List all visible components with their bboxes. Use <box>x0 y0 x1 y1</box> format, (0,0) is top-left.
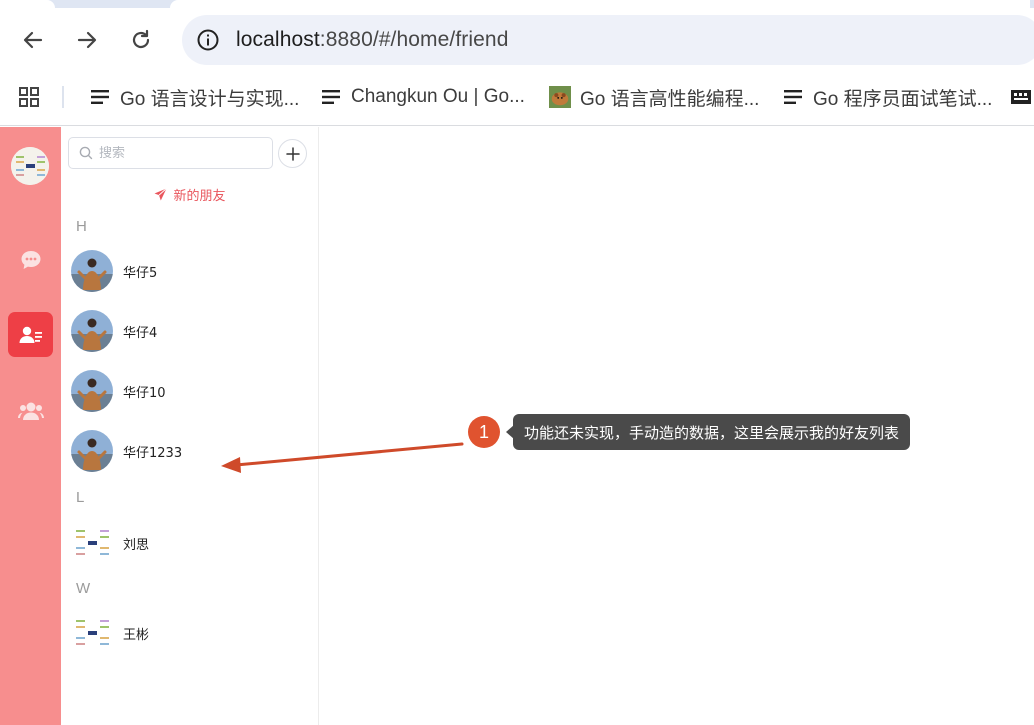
annotation-number-badge: 1 <box>468 416 500 448</box>
friend-avatar <box>71 310 113 352</box>
site-favicon <box>1011 90 1031 104</box>
group-icon <box>17 402 44 420</box>
friend-item[interactable]: 王彬 <box>61 605 319 661</box>
url-path: :8880/#/home/friend <box>319 28 509 51</box>
friend-avatar <box>71 612 113 654</box>
search-icon <box>79 146 93 160</box>
tab-strip <box>0 0 1034 8</box>
new-friend-label: 新的朋友 <box>173 189 226 204</box>
rail-chat-button[interactable] <box>8 237 53 282</box>
arrow-right-icon <box>77 31 97 49</box>
page-lines-icon <box>322 90 340 104</box>
photo-avatar-image <box>71 310 113 352</box>
friend-avatar <box>71 430 113 472</box>
mindmap-avatar-image <box>11 147 49 185</box>
friend-name: 华仔1233 <box>123 445 183 461</box>
add-friend-button[interactable] <box>278 139 307 168</box>
rail-contacts-button[interactable] <box>8 312 53 357</box>
user-avatar[interactable] <box>11 147 49 185</box>
mindmap-avatar-image <box>71 612 113 654</box>
forward-button[interactable] <box>73 26 101 54</box>
photo-avatar-image <box>71 430 113 472</box>
arrow-left-icon <box>23 31 43 49</box>
friend-avatar <box>71 250 113 292</box>
friend-item[interactable]: 华仔5 <box>61 243 319 299</box>
bookmark-label: Changkun Ou | Go... <box>351 86 525 107</box>
page-lines-icon <box>91 90 109 104</box>
friend-name: 华仔10 <box>123 385 166 401</box>
group-letter: H <box>76 218 87 235</box>
friend-name: 华仔4 <box>123 325 158 341</box>
mindmap-avatar-image <box>71 522 113 564</box>
bookmark-item[interactable]: Go 语言高性能编程... <box>549 84 759 110</box>
url-text: localhost:8880/#/home/friend <box>236 28 509 52</box>
friends-panel: 新的朋友 H 华仔5 华仔4 华仔10 华仔1233 L <box>61 127 319 725</box>
search-box[interactable] <box>68 137 273 169</box>
apps-grid-icon <box>19 87 39 107</box>
friend-avatar <box>71 522 113 564</box>
photo-avatar-image <box>71 370 113 412</box>
friend-item[interactable]: 华仔1233 <box>61 423 319 479</box>
apps-button[interactable] <box>18 84 49 110</box>
plus-icon <box>285 146 300 161</box>
friend-name: 华仔5 <box>123 265 158 281</box>
bookmark-divider <box>62 86 64 108</box>
new-friend-link[interactable]: 新的朋友 <box>61 185 319 204</box>
group-letter: L <box>76 489 85 506</box>
page-lines-icon <box>784 90 802 104</box>
contacts-icon <box>19 326 42 343</box>
friend-item[interactable]: 华仔4 <box>61 303 319 359</box>
site-info-icon[interactable] <box>196 28 220 52</box>
friend-item[interactable]: 华仔10 <box>61 363 319 419</box>
back-button[interactable] <box>19 26 47 54</box>
bookmark-label: Go 语言高性能编程... <box>580 88 760 110</box>
nav-rail <box>0 127 61 725</box>
bookmark-item[interactable]: Go 语言设计与实现... <box>89 84 299 110</box>
group-letter: W <box>76 580 91 597</box>
annotation-callout: 功能还未实现，手动造的数据，这里会展示我的好友列表 <box>505 414 911 450</box>
friend-name: 刘思 <box>123 537 150 553</box>
tab-edge <box>170 0 1030 8</box>
hamster-favicon <box>549 86 571 108</box>
photo-avatar-image <box>71 250 113 292</box>
bookmark-item[interactable] <box>1010 84 1034 110</box>
address-bar[interactable]: localhost:8880/#/home/friend <box>182 15 1034 65</box>
tab-edge <box>0 0 55 8</box>
bookmark-item[interactable]: Go 程序员面试笔试... <box>782 84 992 110</box>
friend-name: 王彬 <box>123 627 150 643</box>
chat-bubble-icon <box>21 250 40 269</box>
reload-icon <box>132 29 150 49</box>
bookmark-label: Go 语言设计与实现... <box>120 88 300 110</box>
friend-item[interactable]: 刘思 <box>61 515 319 571</box>
paper-plane-icon <box>154 188 168 201</box>
friend-avatar <box>71 370 113 412</box>
search-input[interactable] <box>99 145 259 161</box>
bookmark-item[interactable]: Changkun Ou | Go... <box>320 84 525 110</box>
bookmarks-bar: Go 语言设计与实现... Changkun Ou | Go... Go 语言高… <box>0 70 1034 126</box>
browser-toolbar: localhost:8880/#/home/friend <box>0 8 1034 70</box>
rail-groups-button[interactable] <box>8 388 53 433</box>
reload-button[interactable] <box>127 26 155 54</box>
bookmark-label: Go 程序员面试笔试... <box>813 88 993 110</box>
url-host: localhost <box>236 28 320 51</box>
